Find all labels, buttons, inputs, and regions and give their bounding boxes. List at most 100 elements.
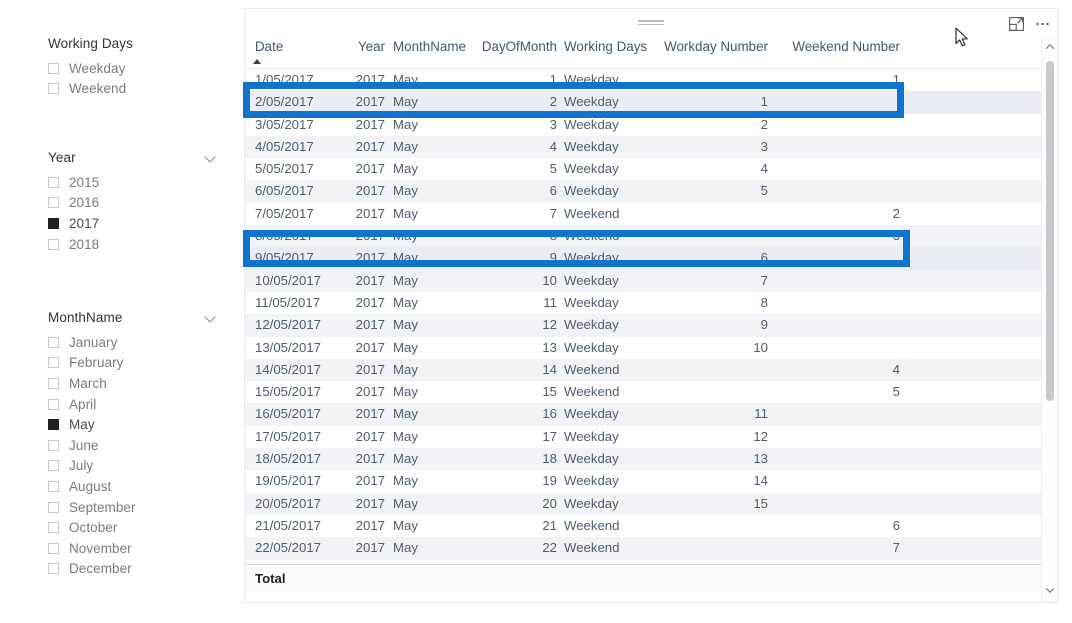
slicer-item-working-days-weekday[interactable]: Weekday (48, 58, 218, 79)
slicer-item-year-2017[interactable]: 2017 (48, 213, 218, 234)
table-body[interactable]: 1/05/2017 2017 May 1 Weekday 1 2/05/2017 2017 Ma… (245, 69, 1041, 564)
table-row[interactable]: 15/05/2017 2017 May 15 Weekend 5 (245, 381, 1041, 403)
slicer-item-year-2018[interactable]: 2018 (48, 234, 218, 255)
slicer-item-monthname-february[interactable]: February (48, 353, 218, 374)
slicer-item-monthname-september[interactable]: September (48, 497, 218, 518)
checkbox-icon[interactable] (48, 439, 59, 451)
slicer-item-label: September (69, 499, 136, 515)
checkbox-icon[interactable] (48, 522, 59, 534)
slicer-item-monthname-november[interactable]: November (48, 538, 218, 559)
table-row[interactable]: 14/05/2017 2017 May 14 Weekend 4 (245, 358, 1041, 382)
checkbox-icon[interactable] (48, 336, 59, 348)
cell-dom: 1 (549, 72, 557, 87)
chevron-down-icon[interactable] (205, 151, 218, 164)
slicer-item-monthname-december[interactable]: December (48, 559, 218, 580)
column-header-date[interactable]: Date (255, 39, 335, 54)
table-row[interactable]: 21/05/2017 2017 May 21 Weekend 6 (245, 515, 1041, 537)
cell-dom: 4 (549, 138, 557, 154)
table-row[interactable]: 8/05/2017 2017 May 8 Weekend 3 (245, 225, 1041, 248)
cell-date: 19/05/2017 (255, 473, 322, 489)
scroll-up-icon[interactable] (1042, 39, 1057, 55)
slicer-title-working-days: Working Days (48, 36, 133, 51)
checkbox-icon[interactable] (48, 357, 59, 369)
table-row[interactable]: 22/05/2017 2017 May 22 Weekend 7 (245, 537, 1041, 560)
table-row[interactable]: 10/05/2017 2017 May 10 Weekday 7 (245, 269, 1041, 292)
scrollbar-thumb[interactable] (1046, 61, 1054, 401)
cell-weekend: 4 (892, 361, 900, 377)
table-row[interactable]: 19/05/2017 2017 May 19 Weekday 14 (245, 470, 1041, 492)
table-row[interactable]: 7/05/2017 2017 May 7 Weekend 2 (245, 203, 1041, 225)
checkbox-icon[interactable] (48, 460, 59, 472)
total-cell-date: Total (255, 571, 286, 586)
slicer-item-monthname-january[interactable]: January (48, 332, 218, 353)
slicer-item-label: 2015 (69, 174, 100, 190)
table-row[interactable]: 20/05/2017 2017 May 20 Weekday 15 (245, 492, 1041, 515)
column-header-working[interactable]: Working Days (564, 39, 656, 54)
checkbox-icon[interactable] (48, 542, 59, 554)
table-row[interactable]: 1/05/2017 2017 May 1 Weekday 1 (245, 69, 1041, 91)
table-row[interactable]: 4/05/2017 2017 May 4 Weekday 3 (245, 135, 1041, 159)
table-row[interactable]: 2/05/2017 2017 May 2 Weekday 1 (245, 91, 1041, 114)
checkbox-icon[interactable] (48, 238, 59, 250)
cell-dom: 22 (542, 540, 557, 556)
checkbox-icon[interactable] (48, 501, 59, 513)
table-row[interactable]: 3/05/2017 2017 May 3 Weekday 2 (245, 114, 1041, 136)
column-header-weekend[interactable]: Weekend Number (782, 39, 900, 54)
checkbox-icon[interactable] (48, 377, 59, 389)
table-row[interactable]: 17/05/2017 2017 May 17 Weekday 12 (245, 426, 1041, 448)
table-row[interactable]: 11/05/2017 2017 May 11 Weekday 8 (245, 292, 1041, 314)
cell-year: 2017 (355, 384, 385, 400)
table-row[interactable]: 9/05/2017 2017 May 9 Weekday 6 (245, 247, 1041, 270)
chevron-down-icon[interactable] (205, 311, 218, 324)
slicer-item-monthname-july[interactable]: July (48, 456, 218, 477)
cell-weekend: 7 (892, 540, 900, 556)
checkbox-icon[interactable] (48, 398, 59, 410)
table-row[interactable]: 13/05/2017 2017 May 13 Weekday 10 (245, 337, 1041, 359)
cell-date: 2/05/2017 (255, 94, 314, 110)
slicer-item-monthname-october[interactable]: October (48, 517, 218, 538)
drag-handle-icon[interactable] (638, 20, 664, 26)
sort-ascending-icon[interactable] (253, 59, 261, 64)
cell-working: Weekday (564, 94, 619, 110)
slicer-item-year-2016[interactable]: 2016 (48, 193, 218, 214)
checkbox-icon[interactable] (48, 197, 59, 209)
slicer-item-working-days-weekend[interactable]: Weekend (48, 79, 218, 100)
cell-workday: 7 (760, 272, 768, 288)
focus-mode-icon[interactable] (1009, 17, 1025, 31)
slicer-item-monthname-march[interactable]: March (48, 373, 218, 394)
slicer-list-monthname: January February March April May June July Augu… (48, 332, 218, 579)
scroll-down-icon[interactable] (1042, 582, 1057, 598)
slicer-item-year-2015[interactable]: 2015 (48, 172, 218, 193)
cell-dom: 11 (543, 294, 557, 310)
checkbox-icon[interactable] (48, 217, 59, 229)
column-header-year[interactable]: Year (340, 39, 385, 54)
slicer-item-monthname-june[interactable]: June (48, 435, 218, 456)
slicer-item-monthname-april[interactable]: April (48, 394, 218, 415)
column-header-dom[interactable]: DayOfMonth (467, 39, 557, 54)
cell-workday: 1 (760, 94, 768, 110)
table-row[interactable]: 18/05/2017 2017 May 18 Weekday 13 (245, 448, 1041, 471)
more-options-icon[interactable] (1036, 17, 1049, 31)
checkbox-icon[interactable] (48, 83, 59, 95)
cell-working: Weekday (564, 183, 619, 199)
cell-working: Weekday (564, 473, 619, 489)
cell-workday: 8 (760, 294, 768, 310)
slicer-item-monthname-may[interactable]: May (48, 414, 218, 435)
table-row[interactable]: 12/05/2017 2017 May 12 Weekday 9 (245, 314, 1041, 337)
checkbox-icon[interactable] (48, 62, 59, 74)
checkbox-icon[interactable] (48, 563, 59, 575)
table-row[interactable]: 16/05/2017 2017 May 16 Weekday 11 (245, 403, 1041, 426)
slicer-item-monthname-august[interactable]: August (48, 476, 218, 497)
column-header-workday[interactable]: Workday Number (660, 39, 768, 54)
checkbox-icon[interactable] (48, 480, 59, 492)
vertical-scrollbar[interactable] (1041, 37, 1057, 602)
checkbox-icon[interactable] (48, 176, 59, 188)
cell-date: 4/05/2017 (255, 138, 314, 154)
table-row[interactable]: 6/05/2017 2017 May 6 Weekday 5 (245, 180, 1041, 203)
checkbox-icon[interactable] (48, 419, 59, 431)
cell-date: 20/05/2017 (255, 495, 322, 511)
table-row[interactable]: 5/05/2017 2017 May 5 Weekday 4 (245, 158, 1041, 180)
table-visual[interactable]: Date Year MonthName DayOfMonth Working Days W… (244, 8, 1058, 603)
cell-workday: 12 (753, 428, 768, 444)
cell-dom: 16 (542, 406, 557, 422)
